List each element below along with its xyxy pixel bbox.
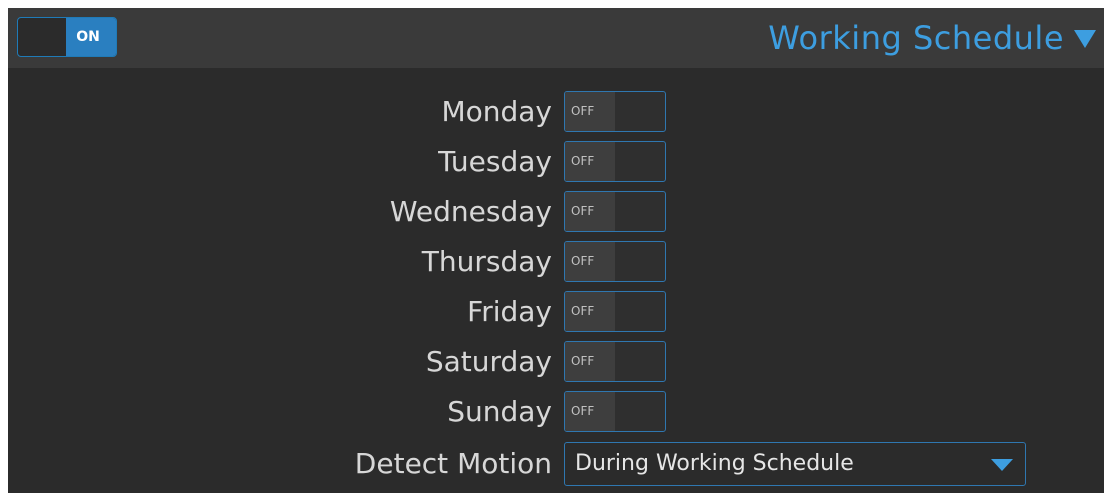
day-label: Thursday <box>421 245 552 278</box>
day-label: Saturday <box>425 345 552 378</box>
section-title-text: Working Schedule <box>768 19 1064 57</box>
working-schedule-title[interactable]: Working Schedule <box>768 19 1096 57</box>
schedule-row-tuesday: Tuesday OFF <box>8 140 1104 184</box>
toggle-off-label: OFF <box>565 92 615 131</box>
panel-header: ON Working Schedule <box>8 8 1104 68</box>
day-label: Monday <box>441 95 552 128</box>
detect-motion-row: Detect Motion During Working Schedule <box>8 442 1104 486</box>
detect-motion-select[interactable]: During Working Schedule <box>564 442 1026 486</box>
working-schedule-panel: ON Working Schedule Monday OFF Tuesday O… <box>8 8 1104 493</box>
toggle-on-label: ON <box>66 18 116 56</box>
wednesday-toggle[interactable]: OFF <box>564 191 666 232</box>
friday-toggle[interactable]: OFF <box>564 291 666 332</box>
day-label: Friday <box>467 295 552 328</box>
schedule-row-saturday: Saturday OFF <box>8 340 1104 384</box>
saturday-toggle[interactable]: OFF <box>564 341 666 382</box>
schedule-row-thursday: Thursday OFF <box>8 240 1104 284</box>
schedule-row-monday: Monday OFF <box>8 90 1104 134</box>
day-label: Wednesday <box>389 195 552 228</box>
detect-motion-selected-value: During Working Schedule <box>575 451 854 476</box>
monday-toggle[interactable]: OFF <box>564 91 666 132</box>
day-label: Tuesday <box>438 145 552 178</box>
tuesday-toggle[interactable]: OFF <box>564 141 666 182</box>
toggle-off-label: OFF <box>565 292 615 331</box>
thursday-toggle[interactable]: OFF <box>564 241 666 282</box>
toggle-off-label: OFF <box>565 342 615 381</box>
toggle-off-label: OFF <box>565 142 615 181</box>
master-on-toggle[interactable]: ON <box>17 17 117 57</box>
toggle-off-label: OFF <box>565 392 615 431</box>
chevron-down-icon <box>991 459 1013 471</box>
sunday-toggle[interactable]: OFF <box>564 391 666 432</box>
schedule-row-friday: Friday OFF <box>8 290 1104 334</box>
triangle-down-icon <box>1074 30 1096 48</box>
schedule-row-wednesday: Wednesday OFF <box>8 190 1104 234</box>
detect-motion-label: Detect Motion <box>354 447 552 480</box>
day-label: Sunday <box>447 395 552 428</box>
toggle-off-label: OFF <box>565 192 615 231</box>
schedule-row-sunday: Sunday OFF <box>8 390 1104 434</box>
toggle-off-label: OFF <box>565 242 615 281</box>
